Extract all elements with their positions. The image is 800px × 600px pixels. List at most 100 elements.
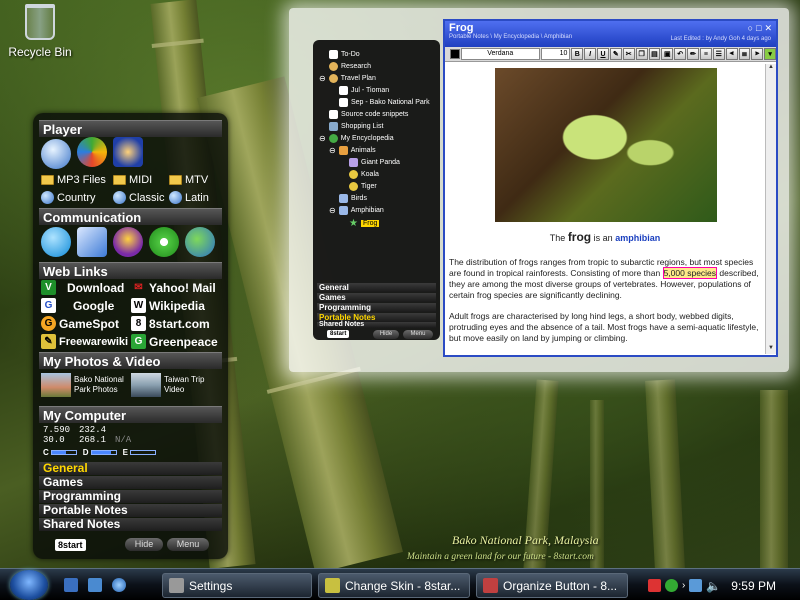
bullets-icon[interactable]: ≡ [699,48,712,60]
note-editor: Frog Portable Notes \ My Encyclopedia \ … [443,19,778,357]
midi-folder[interactable]: MIDI [113,174,152,186]
recycle-bin[interactable]: Recycle Bin [6,4,74,59]
close-icon[interactable]: ✕ [764,23,772,34]
show-desktop-icon[interactable] [64,578,78,592]
yahoo-messenger-icon[interactable] [113,227,143,257]
clock[interactable]: 9:59 PM [731,579,776,593]
tree-item-amphibian[interactable]: ⊖ Amphibian [329,206,384,215]
numbering-icon[interactable]: ☰ [712,48,725,60]
msn-icon[interactable] [185,227,215,257]
taiwan-video-item[interactable]: Taiwan Trip Video [131,373,221,397]
tree-item-animals[interactable]: ⊖ Animals [329,146,376,155]
category-general[interactable]: General [39,462,222,475]
tree-menu-button[interactable]: Menu [403,330,433,339]
category-programming[interactable]: Programming [39,490,222,503]
radio-latin[interactable]: Latin [169,191,209,204]
tree-item-sep-bako[interactable]: Sep - Bako National Park [339,98,430,107]
internet-explorer-icon[interactable] [112,578,126,592]
task-settings[interactable]: Settings [162,573,312,598]
undo-icon[interactable]: ↶ [674,48,687,60]
radio-classic[interactable]: Classic [113,191,164,204]
font-size-select[interactable]: 10 [540,48,571,60]
tray-app-icon[interactable] [648,579,661,592]
note-scrollbar[interactable]: ▲ ▼ [765,64,776,354]
copy-icon[interactable]: ❐ [635,48,648,60]
amphibian-link[interactable]: amphibian [615,233,660,243]
tree-8start-logo[interactable]: 8start [327,330,350,338]
align-left-icon[interactable]: ⫷ [725,48,738,60]
tree-item-frog[interactable]: ★ Frog [349,218,380,229]
save-icon[interactable]: ▣ [661,48,674,60]
text-color-icon[interactable] [450,49,460,59]
tray-arrow-icon[interactable]: › [682,580,685,591]
radio-country[interactable]: Country [41,191,96,204]
tree-category-programming[interactable]: Programming [317,303,436,312]
tree-item-jul-tioman[interactable]: Jul - Tioman [339,86,389,95]
tree-item-encyclopedia[interactable]: ⊖ My Encyclopedia [319,134,394,143]
link-wikipedia[interactable]: W Wikipedia [131,298,205,313]
bako-photos-item[interactable]: Bako National Park Photos [41,373,131,397]
realplayer-icon[interactable] [41,139,71,169]
icq-icon[interactable] [149,227,179,257]
tree-item-research[interactable]: Research [329,62,371,71]
link-yahoo-mail[interactable]: ✉ Yahoo! Mail [131,280,215,295]
cut-icon[interactable]: ✂ [622,48,635,60]
media-player-icon[interactable] [77,137,107,167]
task-change-skin[interactable]: Change Skin - 8star... [318,573,470,598]
link-8start[interactable]: 8 8start.com [131,316,210,331]
switch-windows-icon[interactable] [88,578,102,592]
category-games[interactable]: Games [39,476,222,489]
font-name-select[interactable]: Verdana [460,48,540,60]
skype-icon[interactable] [41,227,71,257]
paste-icon[interactable]: ▤ [648,48,661,60]
task-organize-button[interactable]: Organize Button - 8... [476,573,628,598]
pin-icon[interactable]: ○ [748,23,753,34]
tree-item-source-code[interactable]: Source code snippets [329,110,408,119]
category-shared-notes[interactable]: Shared Notes [39,518,222,531]
align-center-icon[interactable]: ≣ [738,48,751,60]
italic-icon[interactable]: I [584,48,597,60]
align-right-icon[interactable]: ⫸ [751,48,764,60]
calendar-icon [339,98,348,107]
link-greenpeace[interactable]: G Greenpeace [131,334,218,349]
edit-icon[interactable]: ✏ [687,48,699,60]
speaker-volume-icon[interactable] [113,137,143,167]
bold-icon[interactable]: B [571,48,584,60]
tree-item-birds[interactable]: Birds [339,194,367,203]
messenger-icon[interactable] [77,227,107,257]
mtv-folder[interactable]: MTV [169,174,208,186]
radio-latin-label: Latin [185,191,209,204]
link-google[interactable]: G Google [41,298,114,313]
note-content[interactable]: The frog is an amphibian The distributio… [445,64,765,354]
link-freewarewiki[interactable]: ✎ Freewarewiki [41,334,128,349]
tree-item-tiger[interactable]: Tiger [349,182,377,191]
brush-icon[interactable]: ✎ [609,48,622,60]
menu-button[interactable]: Menu [167,538,209,551]
tree-category-general[interactable]: General [317,283,436,292]
maximize-icon[interactable]: □ [756,23,761,34]
tree-item-travel-plan[interactable]: ⊖ Travel Plan [319,74,376,83]
recycle-bin-label: Recycle Bin [8,45,72,59]
scroll-up-icon[interactable]: ▲ [766,64,776,73]
tray-check-icon[interactable] [665,579,678,592]
tree-hide-button[interactable]: Hide [373,330,399,339]
network-icon[interactable] [689,579,703,592]
volume-icon[interactable]: 🔈 [706,579,721,593]
scroll-down-icon[interactable]: ▼ [766,345,776,354]
tree-item-koala[interactable]: Koala [349,170,379,179]
more-icon[interactable]: ▾ [764,48,777,60]
midi-label: MIDI [129,174,153,186]
tree-item-todo[interactable]: To-Do [329,50,360,59]
tree-item-shopping[interactable]: Shopping List [329,122,383,131]
hide-button[interactable]: Hide [125,538,163,551]
8start-logo[interactable]: 8start [55,539,86,551]
tree-item-giant-panda[interactable]: Giant Panda [349,158,400,167]
tree-category-games[interactable]: Games [317,293,436,302]
underline-icon[interactable]: U [597,48,609,60]
link-download[interactable]: V Download [41,280,124,295]
link-gamespot[interactable]: G GameSpot [41,316,119,331]
mp3-files-folder[interactable]: MP3 Files [41,174,106,186]
tree-category-shared-notes[interactable]: Shared Notes [317,321,436,328]
start-button[interactable] [10,570,48,600]
category-portable-notes[interactable]: Portable Notes [39,504,222,517]
